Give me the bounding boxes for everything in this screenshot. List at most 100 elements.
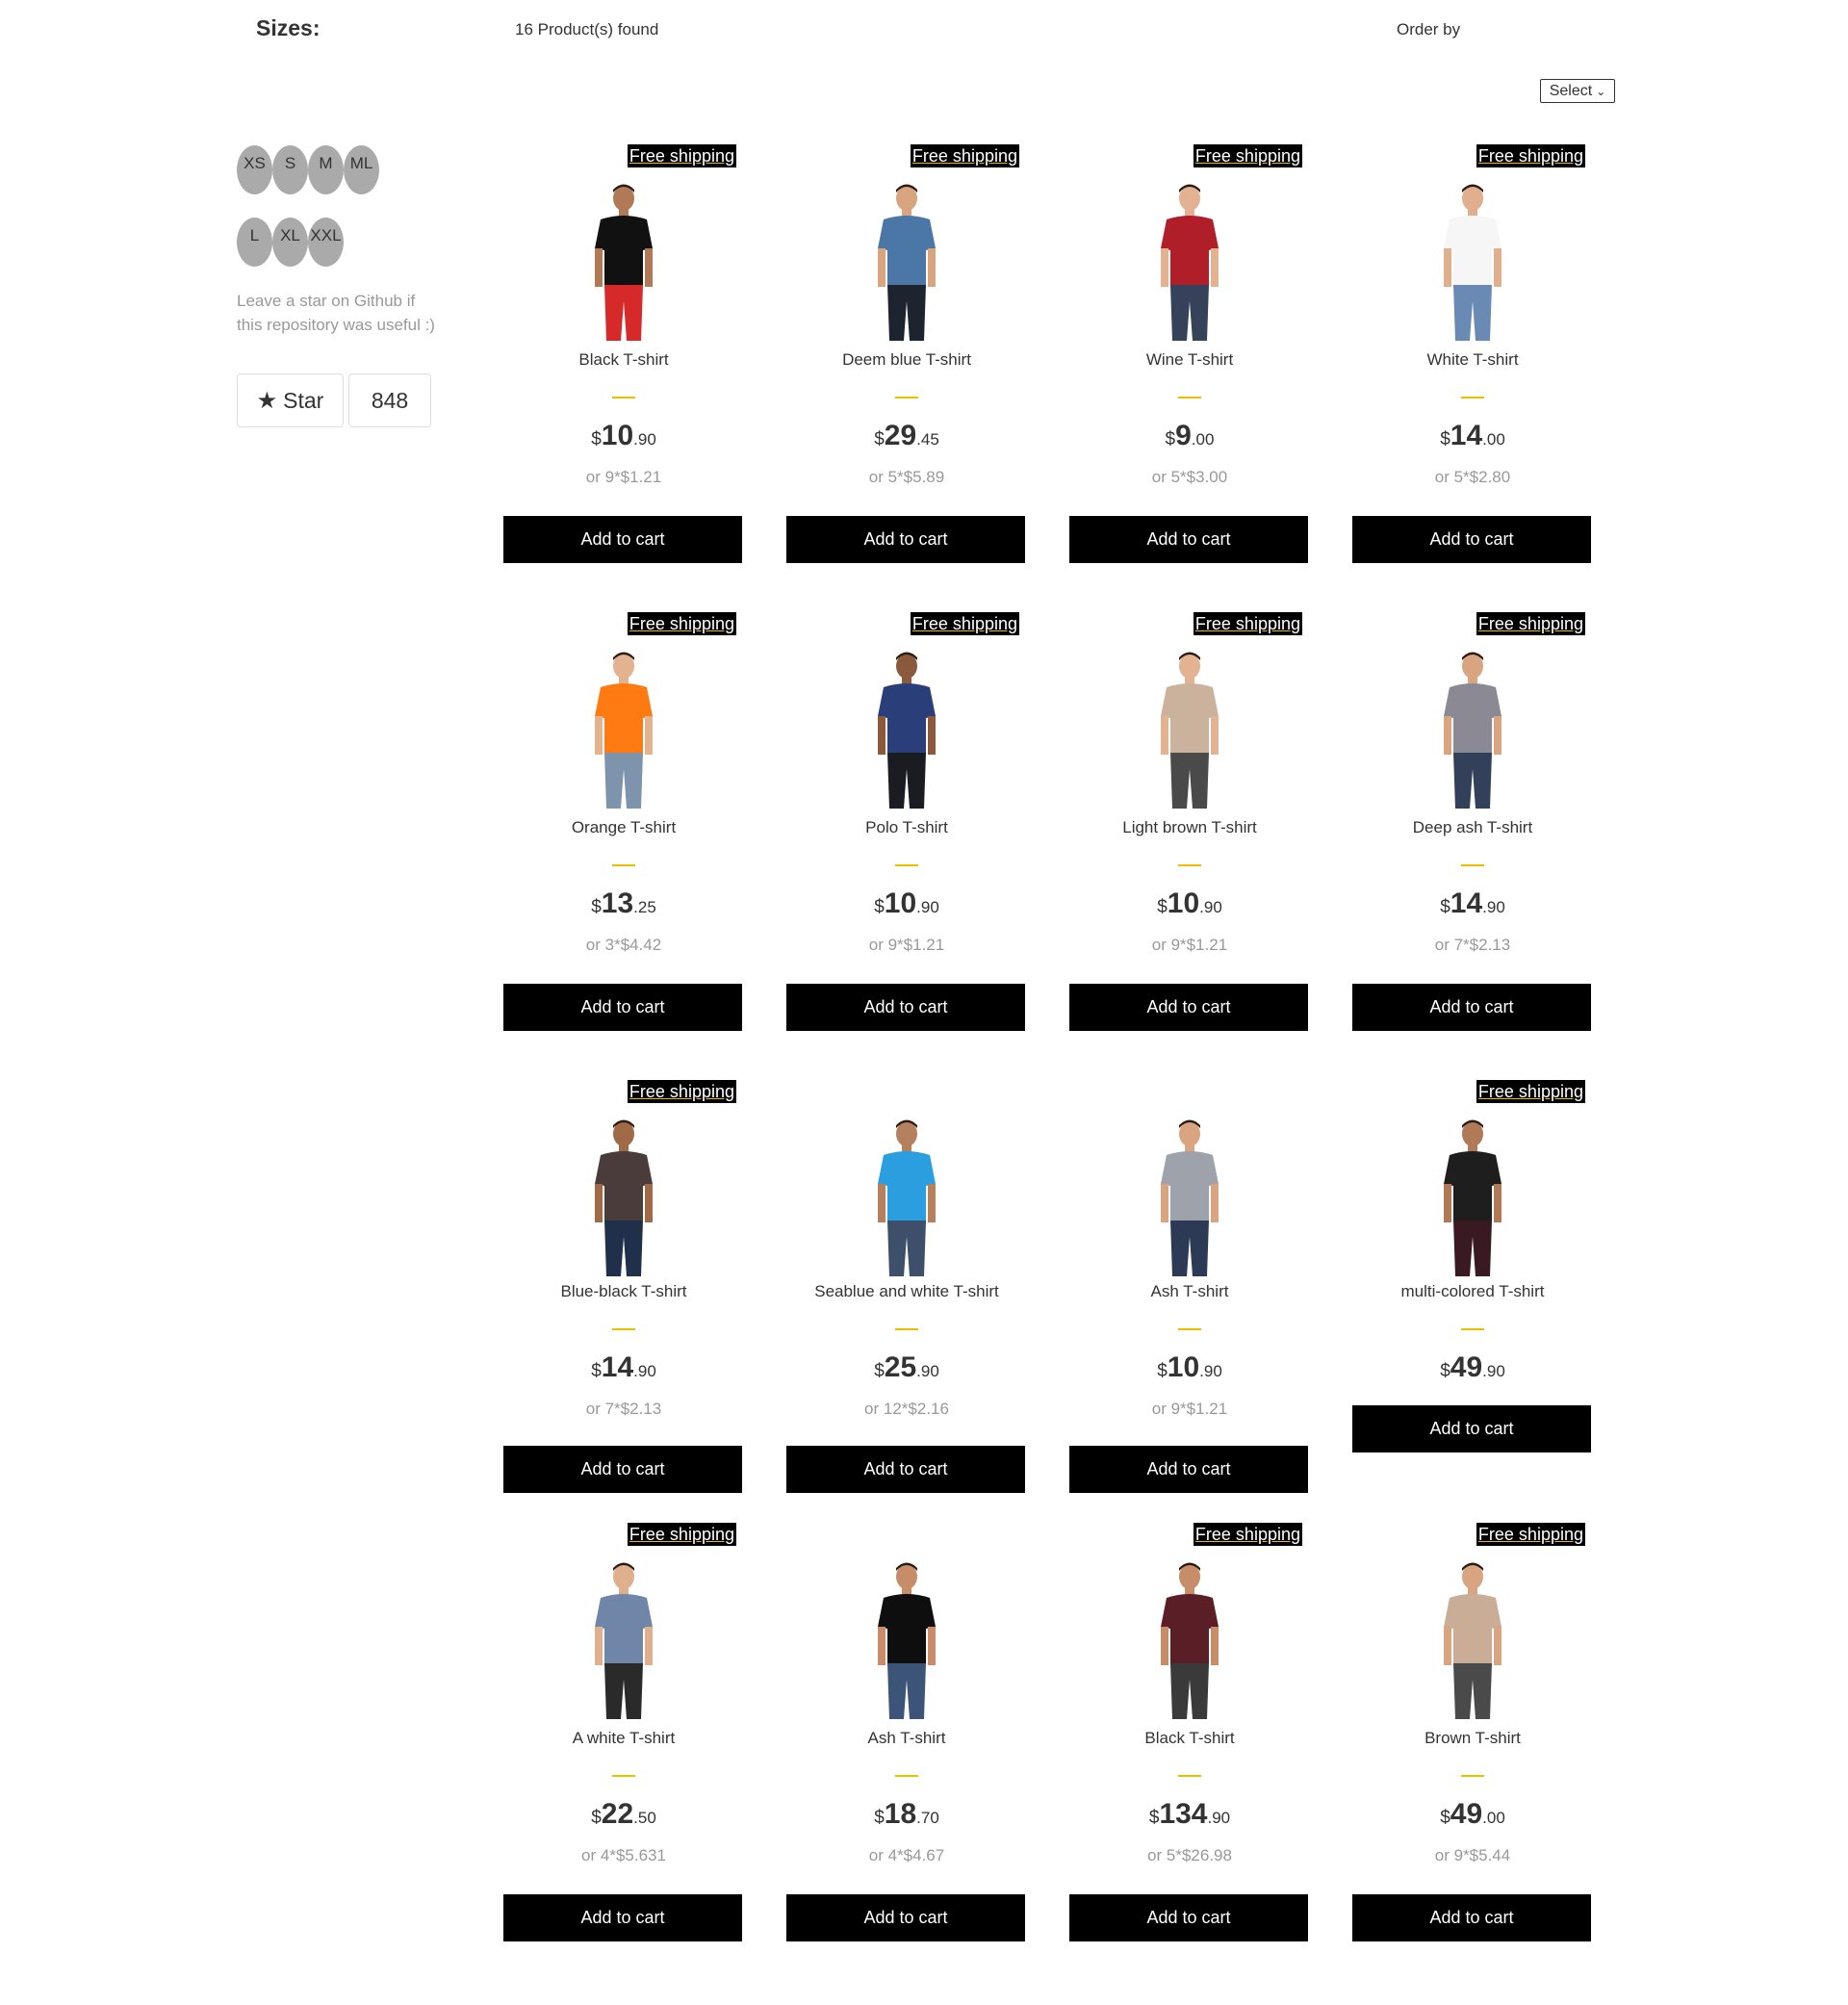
product-image[interactable]	[1424, 649, 1521, 812]
price-currency: $	[874, 1808, 885, 1828]
product-card[interactable]: Free shipping Orange T-shirt $13.25 or 3…	[503, 612, 744, 1080]
product-price: $9.00	[1069, 420, 1310, 452]
product-title: Brown T-shirt	[1424, 1729, 1521, 1747]
add-to-cart-button[interactable]: Add to cart	[786, 516, 1025, 563]
product-image[interactable]	[576, 649, 672, 812]
size-chip-m[interactable]: M	[308, 145, 344, 194]
product-card[interactable]: Free shipping Light brown T-shirt $10.90…	[1069, 612, 1310, 1080]
product-card[interactable]: Free shipping Polo T-shirt $10.90 or 9*$…	[786, 612, 1027, 1080]
product-image[interactable]	[1424, 181, 1521, 345]
product-card[interactable]: Free shipping Deem blue T-shirt $29.45 o…	[786, 144, 1027, 612]
model-photo-icon	[595, 1119, 653, 1276]
product-image[interactable]	[859, 1559, 955, 1723]
product-card[interactable]: Free shipping Wine T-shirt $9.00 or 5*$3…	[1069, 144, 1310, 612]
product-card[interactable]: Ash T-shirt $18.70 or 4*$4.67 Add to car…	[786, 1523, 1027, 1975]
product-image[interactable]	[859, 1117, 955, 1280]
price-currency: $	[591, 429, 602, 450]
product-title: Polo T-shirt	[865, 818, 948, 836]
add-to-cart-button[interactable]: Add to cart	[1352, 516, 1591, 563]
product-price: $10.90	[503, 420, 744, 452]
order-select-value: Select	[1549, 82, 1593, 99]
add-to-cart-button[interactable]: Add to cart	[786, 1446, 1025, 1493]
product-image[interactable]	[1142, 1559, 1238, 1723]
product-card[interactable]: Free shipping Blue-black T-shirt $14.90 …	[503, 1080, 744, 1523]
product-title: Ash T-shirt	[1150, 1282, 1229, 1300]
size-chip-ml[interactable]: ML	[344, 145, 379, 194]
title-divider	[1178, 864, 1201, 866]
add-to-cart-button[interactable]: Add to cart	[786, 984, 1025, 1031]
product-image[interactable]	[1142, 649, 1238, 812]
price-decimal: .00	[1482, 1809, 1505, 1827]
model-photo-icon	[1444, 184, 1502, 341]
title-divider	[1461, 864, 1484, 866]
add-to-cart-button[interactable]: Add to cart	[786, 1894, 1025, 1941]
add-to-cart-button[interactable]: Add to cart	[1352, 984, 1591, 1031]
product-image[interactable]	[859, 181, 955, 345]
title-divider	[612, 864, 635, 866]
price-currency: $	[591, 897, 602, 917]
product-card[interactable]: Free shipping multi-colored T-shirt $49.…	[1352, 1080, 1593, 1523]
product-image[interactable]	[1424, 1559, 1521, 1723]
product-title: Light brown T-shirt	[1122, 818, 1257, 836]
add-to-cart-button[interactable]: Add to cart	[1069, 1894, 1308, 1941]
product-card[interactable]: Seablue and white T-shirt $25.90 or 12*$…	[786, 1080, 1027, 1523]
free-shipping-badge: Free shipping	[910, 612, 1019, 635]
free-shipping-badge: Free shipping	[910, 144, 1019, 167]
product-image[interactable]	[576, 1117, 672, 1280]
star-icon: ★	[256, 387, 278, 414]
github-star-count[interactable]: 848	[348, 373, 431, 427]
price-integer: 22	[601, 1798, 634, 1830]
product-title: A white T-shirt	[572, 1729, 676, 1747]
price-currency: $	[1148, 1808, 1160, 1828]
order-by-select[interactable]: Select ⌄	[1540, 79, 1615, 103]
add-to-cart-button[interactable]: Add to cart	[1069, 984, 1308, 1031]
product-title: Blue-black T-shirt	[560, 1282, 687, 1300]
product-card[interactable]: Free shipping White T-shirt $14.00 or 5*…	[1352, 144, 1593, 612]
price-decimal: .90	[1482, 898, 1505, 916]
product-card[interactable]: Free shipping Deep ash T-shirt $14.90 or…	[1352, 612, 1593, 1080]
add-to-cart-button[interactable]: Add to cart	[1352, 1405, 1591, 1452]
product-image[interactable]	[1142, 181, 1238, 345]
free-shipping-badge: Free shipping	[627, 1523, 736, 1546]
product-image[interactable]	[576, 1559, 672, 1723]
price-integer: 14	[1450, 887, 1483, 919]
price-integer: 10	[1167, 1351, 1200, 1383]
add-to-cart-button[interactable]: Add to cart	[503, 1446, 742, 1493]
model-photo-icon	[878, 1119, 936, 1276]
price-integer: 49	[1450, 1798, 1483, 1830]
price-integer: 9	[1175, 420, 1192, 451]
size-chip-l[interactable]: L	[237, 218, 272, 267]
order-by-label: Order by	[1397, 20, 1461, 39]
product-image[interactable]	[1424, 1117, 1521, 1280]
size-chip-xs[interactable]: XS	[237, 145, 272, 194]
product-card[interactable]: Free shipping A white T-shirt $22.50 or …	[503, 1523, 744, 1975]
product-price: $14.90	[503, 1351, 744, 1384]
price-decimal: .45	[916, 430, 939, 449]
add-to-cart-button[interactable]: Add to cart	[1352, 1894, 1591, 1941]
title-divider	[895, 1328, 918, 1330]
title-divider	[612, 1775, 635, 1777]
size-chip-xxl[interactable]: XXL	[308, 218, 344, 267]
price-currency: $	[1440, 1361, 1450, 1381]
product-title: Deep ash T-shirt	[1412, 818, 1533, 836]
product-image[interactable]	[859, 649, 955, 812]
product-price: $18.70	[786, 1798, 1027, 1831]
add-to-cart-button[interactable]: Add to cart	[1069, 1446, 1308, 1493]
product-card[interactable]: Free shipping Black T-shirt $10.90 or 9*…	[503, 144, 744, 612]
product-image[interactable]	[1142, 1117, 1238, 1280]
free-shipping-badge: Free shipping	[627, 1080, 736, 1103]
products-found-count: 16 Product(s) found	[515, 20, 659, 39]
product-title: multi-colored T-shirt	[1400, 1282, 1545, 1300]
add-to-cart-button[interactable]: Add to cart	[503, 1894, 742, 1941]
product-card[interactable]: Free shipping Black T-shirt $134.90 or 5…	[1069, 1523, 1310, 1975]
github-star-button[interactable]: ★ Star	[237, 373, 344, 427]
product-image[interactable]	[576, 181, 672, 345]
add-to-cart-button[interactable]: Add to cart	[1069, 516, 1308, 563]
size-chip-s[interactable]: S	[272, 145, 308, 194]
product-card[interactable]: Ash T-shirt $10.90 or 9*$1.21 Add to car…	[1069, 1080, 1310, 1523]
add-to-cart-button[interactable]: Add to cart	[503, 516, 742, 563]
size-chip-xl[interactable]: XL	[272, 218, 308, 267]
free-shipping-badge: Free shipping	[1476, 1523, 1585, 1546]
add-to-cart-button[interactable]: Add to cart	[503, 984, 742, 1031]
product-card[interactable]: Free shipping Brown T-shirt $49.00 or 9*…	[1352, 1523, 1593, 1975]
